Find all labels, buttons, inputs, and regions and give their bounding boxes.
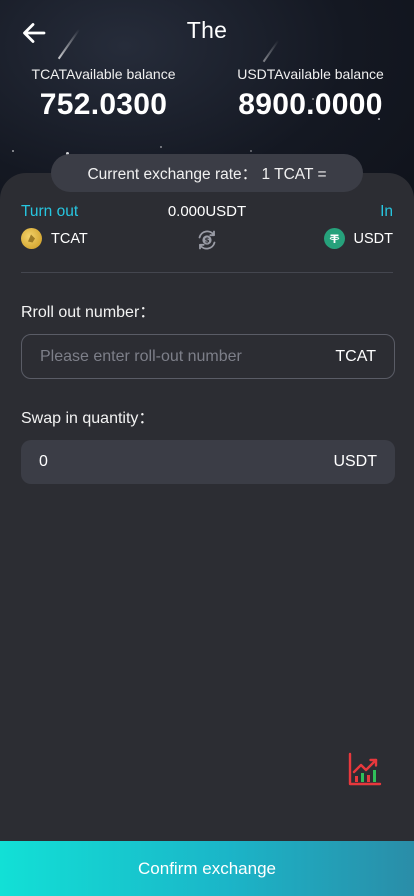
direction-row: Turn out 0.000USDT In [0, 203, 414, 223]
swap-direction-button[interactable]: $ [195, 228, 219, 252]
chart-button[interactable] [348, 752, 382, 786]
exchange-icon: $ [198, 230, 216, 250]
swapin-unit: USDT [333, 453, 377, 470]
page-title: The [186, 17, 228, 43]
usdt-balance-label: USDTAvailable balance [237, 66, 384, 82]
usdt-balance: USDTAvailable balance 8900.0000 [207, 66, 414, 122]
tether-icon [323, 228, 345, 249]
swapin-value: 0 [39, 453, 48, 470]
rollout-unit: TCAT [335, 347, 376, 365]
top-bar: The [0, 0, 414, 64]
from-coin: TCAT [21, 228, 88, 249]
rollout-label: Rroll out number： [21, 304, 156, 321]
rollout-input[interactable] [40, 347, 336, 366]
to-coin: USDT [323, 228, 393, 249]
tcat-balance-value: 752.0300 [39, 88, 168, 121]
tcat-coin-icon [21, 228, 42, 249]
tcat-balance: TCATAvailable balance 752.0300 [0, 66, 207, 122]
swapin-field: 0 USDT [21, 440, 395, 484]
out-amount: 0.000USDT [167, 203, 247, 220]
chart-trend-icon [348, 752, 382, 786]
from-coin-name: TCAT [51, 230, 88, 247]
balance-summary: TCATAvailable balance 752.0300 USDTAvail… [0, 66, 414, 136]
exchange-panel [0, 173, 414, 841]
swapin-label: Swap in quantity： [21, 410, 155, 427]
rollout-field: TCAT [21, 334, 395, 379]
in-label: In [380, 203, 393, 220]
svg-text:$: $ [205, 237, 210, 245]
to-coin-name: USDT [353, 230, 393, 247]
exchange-rate-badge: Current exchange rate： 1 TCAT = [51, 154, 363, 192]
usdt-balance-value: 8900.0000 [238, 88, 383, 121]
confirm-exchange-button[interactable]: Confirm exchange [0, 841, 414, 896]
tcat-balance-label: TCATAvailable balance [31, 66, 176, 82]
section-divider [21, 272, 393, 273]
